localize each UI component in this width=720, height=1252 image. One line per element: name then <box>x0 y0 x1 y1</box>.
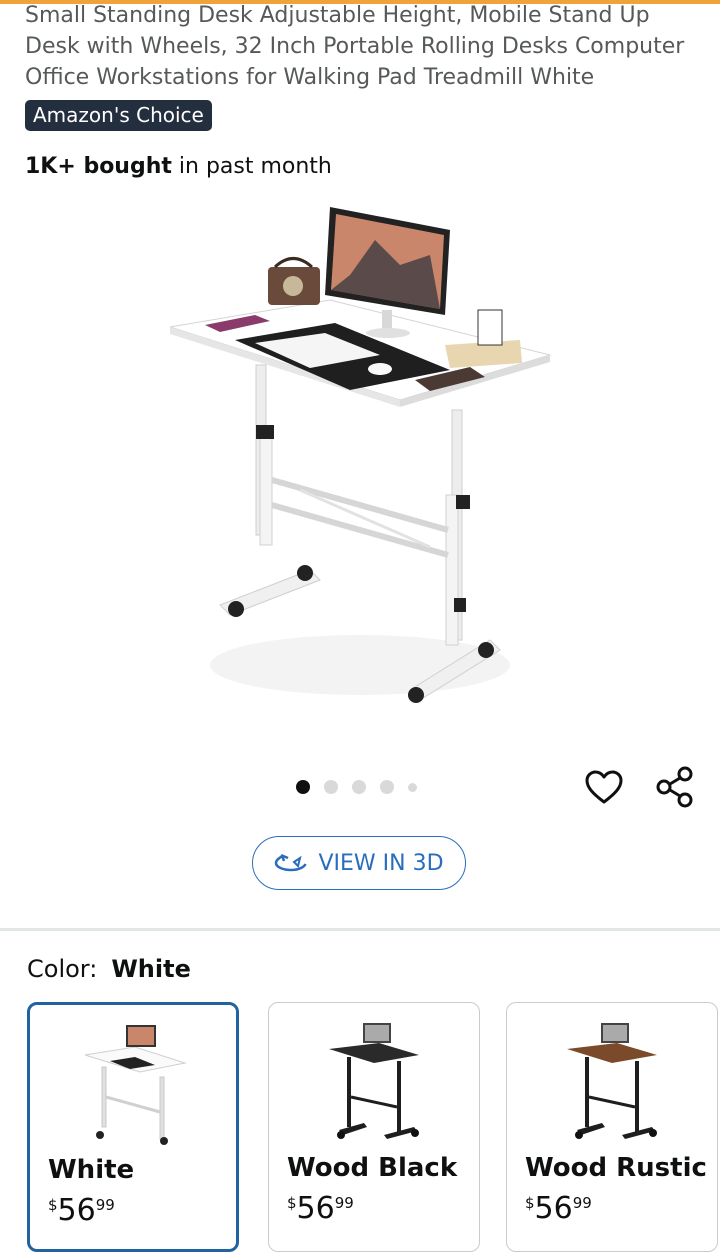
price-currency: $ <box>287 1194 297 1212</box>
carousel-dot-4[interactable] <box>380 780 394 794</box>
product-main-image[interactable] <box>160 195 560 725</box>
color-swatch-wood-black[interactable]: Wood Black $5699 <box>268 1002 480 1252</box>
image-carousel-dots[interactable] <box>296 780 417 794</box>
price-fraction: 99 <box>95 1196 115 1214</box>
rotate-3d-icon <box>275 854 308 872</box>
price-whole: 56 <box>534 1191 573 1226</box>
swatch-price: $5699 <box>525 1191 592 1226</box>
price-whole: 56 <box>296 1191 335 1226</box>
swatch-thumbnail-wood-rustic <box>567 1023 657 1139</box>
price-fraction: 99 <box>572 1194 592 1212</box>
amazons-choice-badge[interactable]: Amazon's Choice <box>25 100 212 131</box>
price-fraction: 99 <box>334 1194 354 1212</box>
section-divider <box>0 928 720 931</box>
price-currency: $ <box>48 1196 58 1214</box>
swatch-price: $5699 <box>287 1191 354 1226</box>
swatch-name: Wood Rustic <box>525 1153 707 1183</box>
bought-count-rest: in past month <box>171 154 332 179</box>
bought-count-bold: 1K+ bought <box>25 154 172 179</box>
swatch-name: Wood Black <box>287 1153 458 1183</box>
carousel-dot-2[interactable] <box>324 780 338 794</box>
swatch-price: $5699 <box>48 1193 115 1228</box>
carousel-dot-5[interactable] <box>408 782 417 792</box>
share-icon[interactable] <box>654 766 696 808</box>
price-whole: 56 <box>57 1193 96 1228</box>
product-title: Small Standing Desk Adjustable Height, M… <box>25 3 685 90</box>
view-in-3d-button[interactable]: VIEW IN 3D <box>252 836 466 890</box>
swatch-thumbnail-wood-black <box>329 1023 419 1139</box>
swatch-name: White <box>48 1155 135 1185</box>
carousel-dot-3[interactable] <box>352 780 366 794</box>
heart-icon[interactable] <box>584 768 624 808</box>
color-swatch-wood-rustic[interactable]: Wood Rustic $5699 <box>506 1002 718 1252</box>
view-in-3d-label: VIEW IN 3D <box>318 850 444 876</box>
swatch-thumbnail-white <box>84 1025 187 1145</box>
color-label-prefix: Color: <box>27 955 98 983</box>
selected-color-value: White <box>111 955 191 983</box>
color-swatch-white[interactable]: White $5699 <box>27 1002 239 1252</box>
bought-count: 1K+ bought in past month <box>25 154 332 179</box>
price-currency: $ <box>525 1194 535 1212</box>
carousel-dot-1[interactable] <box>296 780 310 794</box>
color-selector-label: Color: White <box>27 955 191 983</box>
